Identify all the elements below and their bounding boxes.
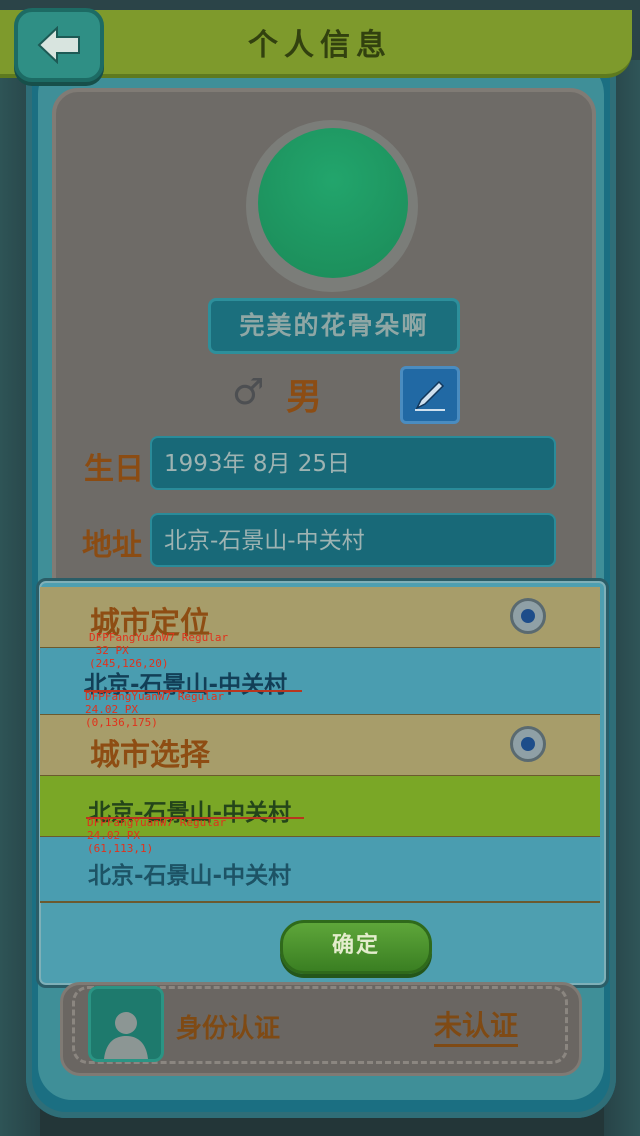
address-field[interactable]: 北京-石景山-中关村 xyxy=(150,513,556,567)
arrow-left-icon xyxy=(37,26,80,64)
address-label: 地址 xyxy=(82,528,142,563)
user-silhouette-icon xyxy=(104,1012,148,1059)
identity-status-link[interactable]: 未认证 xyxy=(434,1004,519,1047)
identity-label: 身份认证 xyxy=(176,1014,281,1044)
avatar[interactable] xyxy=(258,128,408,278)
font-annotation: DFPFangYuanW7 Regular 24.02 PX (61,113,1… xyxy=(87,816,227,855)
nickname-field[interactable]: 完美的花骨朵啊 xyxy=(208,298,460,354)
birthday-field[interactable]: 1993年 8月 25日 xyxy=(150,436,556,490)
radio-icon[interactable] xyxy=(510,726,546,762)
male-icon: ♂ xyxy=(232,372,265,413)
font-annotation: DFPFangYuanW7 Regular 24.02 PX (0,136,17… xyxy=(85,690,225,729)
font-annotation: DFPFangYuanW7 Regular 32 PX (245,126,20) xyxy=(89,631,229,670)
edit-button[interactable] xyxy=(400,366,460,424)
city-option-text: 北京-石景山-中关村 xyxy=(88,863,292,889)
back-button[interactable] xyxy=(14,8,104,82)
pen-icon xyxy=(415,380,445,411)
city-select-title: 城市选择 xyxy=(90,738,210,773)
confirm-button[interactable]: 确定 xyxy=(280,920,432,974)
birthday-label: 生日 xyxy=(84,452,144,487)
identity-avatar xyxy=(88,986,164,1062)
radio-icon[interactable] xyxy=(510,598,546,634)
gender-value: 男 xyxy=(286,377,323,418)
